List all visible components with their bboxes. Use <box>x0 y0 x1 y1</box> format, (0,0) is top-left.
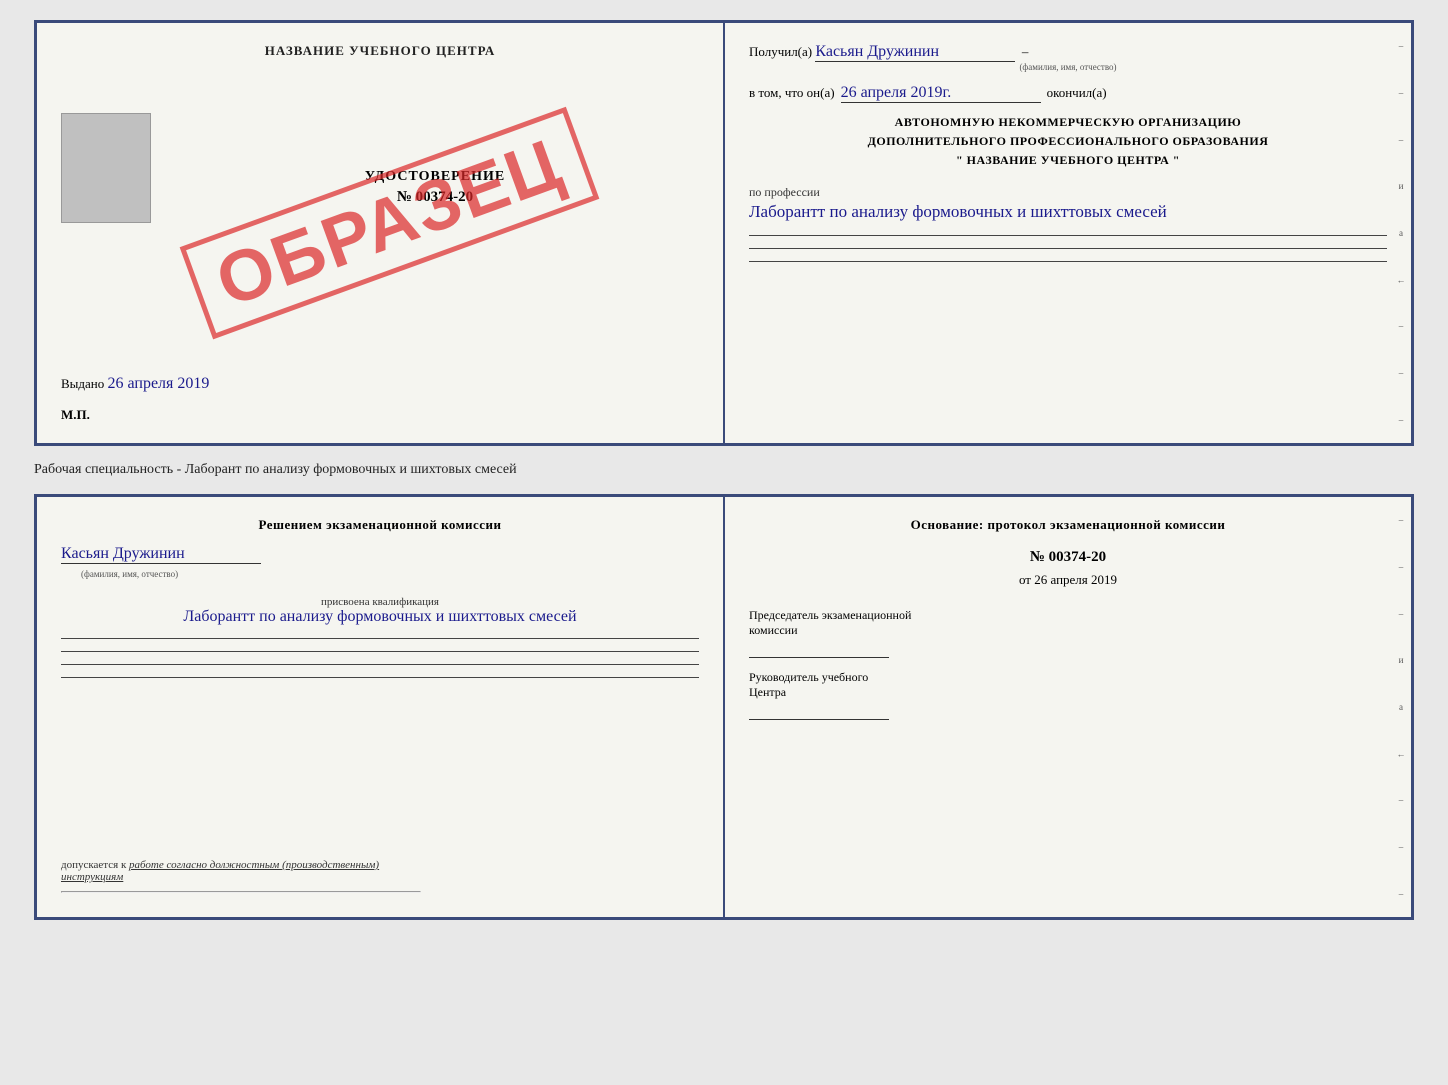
predsedatel-line2: комиссии <box>749 623 1387 638</box>
prisvoena-profession: Лаборантт по анализу формовочных и шихтт… <box>61 608 699 626</box>
dopuskaetsya-block: допускается к работе согласно должностны… <box>61 859 421 893</box>
org-line3: " НАЗВАНИЕ УЧЕБНОГО ЦЕНТРА " <box>749 151 1387 170</box>
top-certificate: НАЗВАНИЕ УЧЕБНОГО ЦЕНТРА ОБРАЗЕЦ УДОСТОВ… <box>34 20 1414 446</box>
bottom-certificate: Решением экзаменационной комиссии Касьян… <box>34 494 1414 920</box>
bottom-cert-left: Решением экзаменационной комиссии Касьян… <box>37 497 725 917</box>
right-margin: – – – и а ← – – – <box>1395 23 1407 443</box>
udost-title: УДОСТОВЕРЕНИЕ <box>171 169 699 185</box>
profession: Лаборантт по анализу формовочных и шихтт… <box>749 200 1387 224</box>
bmargin-char-1: – <box>1399 515 1404 525</box>
bmargin-char-2: – <box>1399 562 1404 572</box>
po-professii-label: по профессии <box>749 185 820 199</box>
vydano-block: Выдано 26 апреля 2019 <box>61 375 209 393</box>
osnovanie-block: Основание: протокол экзаменационной коми… <box>749 517 1387 533</box>
margin-char-3: – <box>1399 135 1404 145</box>
poluchil-line: Получил(а) Касьян Дружинин – (фамилия, и… <box>749 43 1387 72</box>
udost-number: № 00374-20 <box>171 189 699 206</box>
prisvoena-label: присвоена квалификация <box>61 596 699 608</box>
bmargin-char-5: а <box>1399 702 1403 712</box>
bmargin-char-9: – <box>1399 889 1404 899</box>
vtom-prefix: в том, что он(а) <box>749 85 835 101</box>
obrazec-stamp: ОБРАЗЕЦ <box>77 83 703 363</box>
ot-date-value: 26 апреля 2019 <box>1034 572 1117 587</box>
bottom-name: Касьян Дружинин <box>61 545 261 564</box>
poluchil-prefix: Получил(а) <box>749 44 812 59</box>
okonchil: окончил(а) <box>1047 85 1107 101</box>
margin-char-6: ← <box>1397 275 1406 285</box>
photo-placeholder <box>61 113 151 223</box>
vtom-date: 26 апреля 2019г. <box>841 84 1041 103</box>
vtom-line: в том, что он(а) 26 апреля 2019г. окончи… <box>749 84 1387 103</box>
mp-block: М.П. <box>61 407 90 423</box>
name-caption: (фамилия, имя, отчество) <box>749 62 1387 72</box>
rukovoditel-block: Руководитель учебного Центра <box>749 670 1387 720</box>
middle-label: Рабочая специальность - Лаборант по анал… <box>34 462 1414 478</box>
ot-prefix: от <box>1019 572 1031 587</box>
po-professii-block: по профессии Лаборантт по анализу формов… <box>749 185 1387 224</box>
dopuskaetsya-prefix: допускается к <box>61 859 126 871</box>
predsedatel-signature <box>749 642 889 658</box>
lines-block <box>749 235 1387 262</box>
margin-char-7: – <box>1399 321 1404 331</box>
rukovoditel-line2: Центра <box>749 685 1387 700</box>
predsedatel-line1: Председатель экзаменационной <box>749 608 1387 623</box>
org-block: АВТОНОМНУЮ НЕКОММЕРЧЕСКУЮ ОРГАНИЗАЦИЮ ДО… <box>749 113 1387 171</box>
kasyan-block: Касьян Дружинин (фамилия, имя, отчество) <box>61 545 699 582</box>
udostoverenie-block: УДОСТОВЕРЕНИЕ № 00374-20 <box>171 169 699 206</box>
prisvoena-block: присвоена квалификация Лаборантт по анал… <box>61 596 699 626</box>
margin-char-8: – <box>1399 368 1404 378</box>
bmargin-char-8: – <box>1399 842 1404 852</box>
bottom-cert-right: Основание: протокол экзаменационной коми… <box>725 497 1411 917</box>
top-cert-title: НАЗВАНИЕ УЧЕБНОГО ЦЕНТРА <box>61 43 699 59</box>
bmargin-char-3: – <box>1399 609 1404 619</box>
recipient-name: Касьян Дружинин <box>815 43 1015 62</box>
bottom-left-lines <box>61 638 699 678</box>
margin-char-4: и <box>1399 181 1404 191</box>
top-cert-right: Получил(а) Касьян Дружинин – (фамилия, и… <box>725 23 1411 443</box>
bmargin-char-7: – <box>1399 795 1404 805</box>
bmargin-char-6: ← <box>1397 749 1406 759</box>
rukovoditel-signature <box>749 704 889 720</box>
bmargin-char-4: и <box>1399 655 1404 665</box>
org-line2: ДОПОЛНИТЕЛЬНОГО ПРОФЕССИОНАЛЬНОГО ОБРАЗО… <box>749 132 1387 151</box>
margin-char-1: – <box>1399 41 1404 51</box>
vydano-label: Выдано <box>61 376 104 391</box>
margin-char-9: – <box>1399 415 1404 425</box>
protocol-number: № 00374-20 <box>749 549 1387 566</box>
margin-char-2: – <box>1399 88 1404 98</box>
obrazec-text: ОБРАЗЕЦ <box>180 107 600 340</box>
top-cert-left: НАЗВАНИЕ УЧЕБНОГО ЦЕНТРА ОБРАЗЕЦ УДОСТОВ… <box>37 23 725 443</box>
margin-char-5: а <box>1399 228 1403 238</box>
ot-date: от 26 апреля 2019 <box>749 572 1387 588</box>
familiya-caption: (фамилия, имя, отчество) <box>81 569 178 579</box>
resheniem-block: Решением экзаменационной комиссии <box>61 517 699 533</box>
org-line1: АВТОНОМНУЮ НЕКОММЕРЧЕСКУЮ ОРГАНИЗАЦИЮ <box>749 113 1387 132</box>
predsedatel-block: Председатель экзаменационной комиссии <box>749 608 1387 658</box>
vydano-date: 26 апреля 2019 <box>108 375 210 392</box>
bottom-right-margin: – – – и а ← – – – <box>1395 497 1407 917</box>
rukovoditel-line1: Руководитель учебного <box>749 670 1387 685</box>
